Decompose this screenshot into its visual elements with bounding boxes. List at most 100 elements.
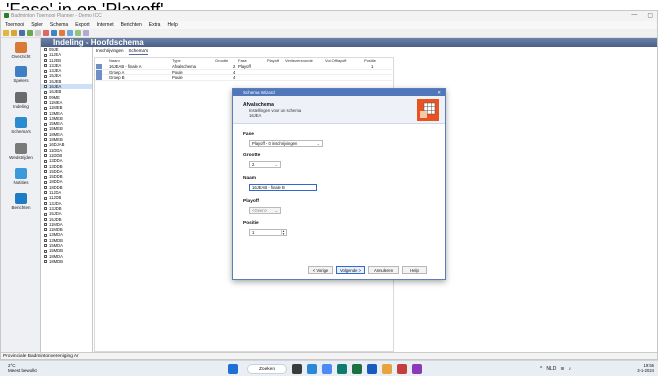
nav-item-indeling[interactable]: Indeling xyxy=(1,92,41,109)
tree-node-icon xyxy=(44,117,47,121)
tree-item-label: 18DDA xyxy=(49,179,63,185)
task-view-icon[interactable] xyxy=(292,364,302,374)
tree-item-label: 13JEA xyxy=(49,68,62,74)
minimize-button[interactable]: — xyxy=(631,12,637,19)
tab-schemas[interactable]: Schema's xyxy=(128,47,149,55)
app2-icon[interactable] xyxy=(412,364,422,374)
save-icon[interactable] xyxy=(19,30,25,36)
positie-stepper[interactable]: 1 ▲ ▼ xyxy=(249,229,287,236)
tree-item-label: 15MDB xyxy=(49,248,63,254)
naam-label: Naam xyxy=(243,176,257,181)
col-header-grootte[interactable]: Grootte xyxy=(215,58,228,63)
stats-icon[interactable] xyxy=(83,30,89,36)
tree-item-label: 18DDB xyxy=(49,184,63,190)
nav-sidebar: Overzicht Spelers Indeling Schema's Weds… xyxy=(1,38,41,352)
players-tool-icon[interactable] xyxy=(59,30,65,36)
clock[interactable]: 19:55 3-1-2024 xyxy=(637,363,654,373)
playoff-select[interactable]: <Geen> ⌄ xyxy=(249,207,281,214)
tree-item-label: 11JEA xyxy=(49,52,62,58)
delete-icon[interactable] xyxy=(43,30,49,36)
cell-fase: Playoff xyxy=(238,64,251,69)
col-header-playoff[interactable]: Playoff xyxy=(267,58,279,63)
tree-node-icon xyxy=(44,53,47,57)
tree-item-label: 15MEA xyxy=(49,121,63,127)
col-header-type[interactable]: Type xyxy=(172,58,181,63)
tree-node-icon xyxy=(44,186,47,190)
tree-node-icon xyxy=(44,159,47,163)
chrome-icon[interactable] xyxy=(322,364,332,374)
nav-item-notities[interactable]: Notities xyxy=(1,168,41,185)
tab-inschrijvingen[interactable]: Inschrijvingen xyxy=(96,47,124,55)
excel-icon[interactable] xyxy=(352,364,362,374)
nav-item-schemas[interactable]: Schema's xyxy=(1,117,41,134)
next-button[interactable]: Volgende > xyxy=(336,266,365,274)
new-icon[interactable] xyxy=(3,30,9,36)
col-header-verliezersronde[interactable]: Verliezersronde xyxy=(285,58,313,63)
tree-item-label: 13MEA xyxy=(49,110,63,116)
col-header-positie[interactable]: Positie xyxy=(364,58,376,63)
menu-internet[interactable]: Internet xyxy=(97,21,114,29)
refresh-icon[interactable] xyxy=(51,30,57,36)
draw-tool-icon[interactable] xyxy=(75,30,81,36)
table-row[interactable]: Groep B Poule 4 xyxy=(95,75,395,81)
tree-item-label: 13MDB xyxy=(49,237,63,243)
positie-value: 1 xyxy=(252,230,255,235)
toolbar xyxy=(1,29,657,38)
taskbar: 2°C Meest bewolkt Zoeken ^ NLD ≋ ♪ 19:55… xyxy=(0,360,658,376)
import-icon[interactable] xyxy=(27,30,33,36)
open-icon[interactable] xyxy=(11,30,17,36)
menu-export[interactable]: Export xyxy=(75,21,89,29)
tray-lang[interactable]: NLD xyxy=(546,366,556,372)
menu-extra[interactable]: Extra xyxy=(149,21,161,29)
weather-widget[interactable]: 2°C Meest bewolkt xyxy=(8,363,37,373)
dialog-title: Schema Wizard xyxy=(243,90,275,95)
app-icon[interactable] xyxy=(397,364,407,374)
nav-item-wedstrijden[interactable]: Wedstrijden xyxy=(1,143,41,160)
grootte-select[interactable]: 2 ⌄ xyxy=(249,161,281,168)
cell-naam: 16JEAB - finale A xyxy=(109,64,142,69)
tree-node-icon xyxy=(44,48,47,52)
tree-item-label: 15JEB xyxy=(49,78,62,84)
dialog-close-button[interactable]: ✕ xyxy=(437,89,441,96)
fase-select[interactable]: Playoff - 0 inschrijvingen ⌄ xyxy=(249,140,323,147)
menu-help[interactable]: Help xyxy=(167,21,177,29)
tree-node-icon xyxy=(44,149,47,153)
col-header-fase[interactable]: Fase xyxy=(238,58,247,63)
tree-item-label: 11MEB xyxy=(49,105,63,111)
tree-item-label: 11DDA xyxy=(49,147,63,153)
volume-icon[interactable]: ♪ xyxy=(569,366,572,372)
explorer-icon[interactable] xyxy=(382,364,392,374)
menu-toernooi[interactable]: Toernooi xyxy=(5,21,24,29)
print-icon[interactable] xyxy=(35,30,41,36)
col-header-voloffplayoff[interactable]: Vol.Offlayoff xyxy=(325,58,346,63)
cancel-button[interactable]: Annuleren xyxy=(368,266,399,274)
menu-schema[interactable]: Schema xyxy=(50,21,68,29)
help-button[interactable]: Help xyxy=(402,266,427,274)
menu-spler[interactable]: Spler xyxy=(31,21,43,29)
nav-item-spelers[interactable]: Spelers xyxy=(1,66,41,83)
word-icon[interactable] xyxy=(367,364,377,374)
tree-node-icon xyxy=(44,196,47,200)
menu-berichten[interactable]: Berichten xyxy=(121,21,142,29)
wifi-icon[interactable]: ≋ xyxy=(560,366,564,372)
nav-item-berichten[interactable]: Berichten xyxy=(1,193,41,210)
start-icon[interactable] xyxy=(228,364,238,374)
spin-arrows-icon[interactable]: ▲ ▼ xyxy=(281,230,285,236)
nav-label: Wedstrijden xyxy=(9,155,33,160)
cell-naam: Groep A xyxy=(109,69,125,75)
nav-item-overzicht[interactable]: Overzicht xyxy=(1,42,41,59)
naam-input[interactable]: 16JEAB - finale B xyxy=(249,184,317,191)
tray-arrow-icon[interactable]: ^ xyxy=(540,366,542,372)
cell-type: Poule xyxy=(172,69,183,75)
back-button[interactable]: < Vorige xyxy=(308,266,333,274)
store-icon[interactable] xyxy=(337,364,347,374)
tree-node-icon xyxy=(44,133,47,137)
tree-node-icon xyxy=(44,239,47,243)
maximize-button[interactable]: ▢ xyxy=(647,12,653,19)
schedule-icon[interactable] xyxy=(67,30,73,36)
cell-positie: 1 xyxy=(371,64,374,69)
edge-icon[interactable] xyxy=(307,364,317,374)
taskbar-search[interactable]: Zoeken xyxy=(247,364,287,374)
col-header-naam[interactable]: Naam xyxy=(109,58,120,63)
tree-item[interactable]: 18MDB xyxy=(41,259,92,264)
